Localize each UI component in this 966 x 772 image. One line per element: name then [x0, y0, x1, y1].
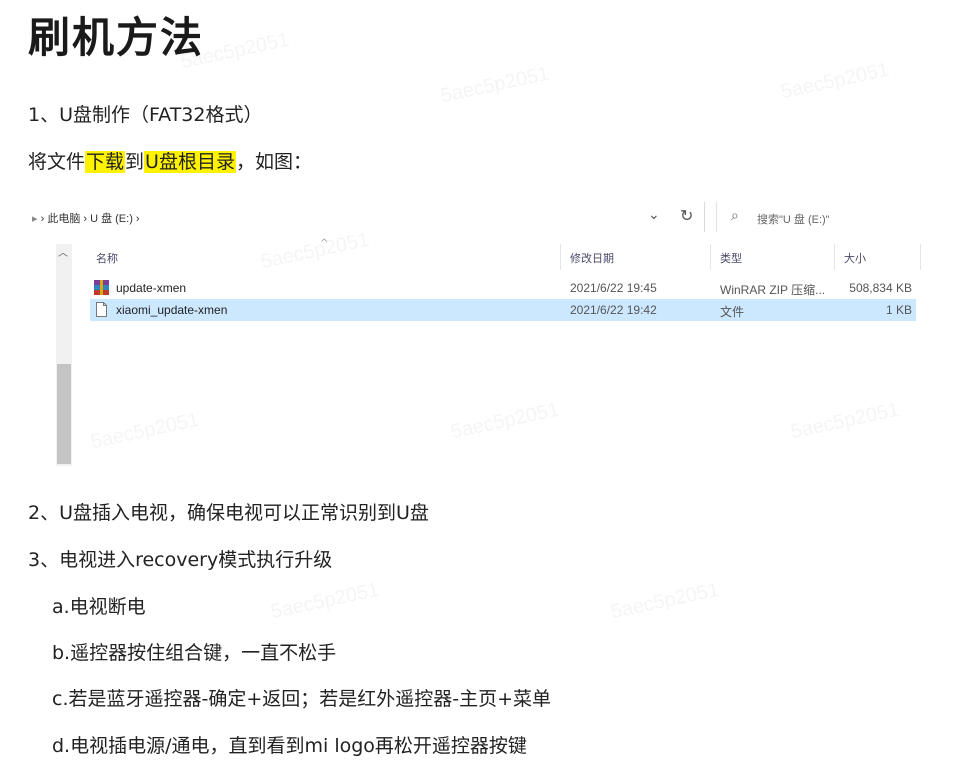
- column-header-size[interactable]: 大小: [844, 250, 866, 266]
- copy-suffix: ，如图：: [235, 151, 312, 173]
- file-row-selected[interactable]: xiaomi_update-xmen 2021/6/22 19:42 文件 1 …: [90, 299, 916, 321]
- file-row[interactable]: update-xmen 2021/6/22 19:45 WinRAR ZIP 压…: [90, 277, 916, 299]
- step-3-text: 3、电视进入recovery模式执行升级: [28, 549, 333, 571]
- page-title: 刷机方法: [28, 13, 205, 62]
- scrollbar-thumb[interactable]: [57, 364, 71, 464]
- file-type: 文件: [720, 305, 745, 319]
- blank-file-icon: [96, 302, 107, 317]
- watermark: 5aec5p2051: [779, 59, 891, 104]
- breadcrumb[interactable]: ▸ › 此电脑 › U 盘 (E:) ›: [32, 210, 140, 226]
- column-headers: ^ 名称 修改日期 类型 大小: [88, 238, 966, 270]
- watermark: 5aec5p2051: [269, 579, 381, 624]
- chevron-down-icon[interactable]: ⌄: [648, 207, 660, 223]
- step-3a-text: a.电视断电: [52, 596, 146, 618]
- file-size: 508,834 KB: [849, 281, 912, 295]
- scrollbar[interactable]: ︿: [56, 244, 72, 466]
- sort-ascending-icon: ^: [320, 238, 329, 249]
- search-icon: ⌕: [731, 208, 739, 224]
- refresh-icon[interactable]: ↻: [680, 206, 693, 225]
- watermark: 5aec5p2051: [439, 63, 551, 108]
- drive-icon: ▸: [32, 213, 38, 225]
- highlight-usb-root: U盘根目录: [144, 151, 236, 173]
- step-3c-text: c.若是蓝牙遥控器-确定+返回；若是红外遥控器-主页+菜单: [52, 688, 552, 710]
- file-explorer-window: ▸ › 此电脑 › U 盘 (E:) › ⌄ ↻ ⌕ 搜索"U 盘 (E:)" …: [28, 200, 966, 472]
- divider: [704, 202, 705, 232]
- copy-mid: 到: [125, 151, 145, 173]
- column-header-name[interactable]: 名称: [96, 250, 118, 266]
- address-bar[interactable]: ▸ › 此电脑 › U 盘 (E:) › ⌄ ↻: [28, 200, 728, 236]
- column-divider[interactable]: [834, 244, 835, 270]
- winrar-zip-icon: [94, 280, 109, 295]
- step-3b-text: b.遥控器按住组合键，一直不松手: [52, 642, 337, 664]
- copy-prefix: 将文件: [28, 151, 86, 173]
- column-header-type[interactable]: 类型: [720, 250, 742, 266]
- search-box[interactable]: ⌕ 搜索"U 盘 (E:)": [716, 202, 966, 232]
- file-type: WinRAR ZIP 压缩...: [720, 283, 826, 297]
- file-name: update-xmen: [116, 281, 187, 295]
- watermark: 5aec5p2051: [609, 579, 721, 624]
- column-header-date[interactable]: 修改日期: [570, 250, 614, 266]
- highlight-download: 下载: [85, 151, 126, 173]
- file-name: xiaomi_update-xmen: [116, 303, 228, 317]
- column-divider[interactable]: [710, 244, 711, 270]
- step-2-text: 2、U盘插入电视，确保电视可以正常识别到U盘: [28, 502, 429, 524]
- file-size: 1 KB: [885, 303, 912, 317]
- chevron-up-icon[interactable]: ︿: [58, 244, 68, 259]
- file-date: 2021/6/22 19:45: [570, 281, 657, 295]
- copy-instruction: 将文件下载到U盘根目录，如图：: [28, 147, 312, 174]
- step-3d-text: d.电视插电源/通电，直到看到mi logo再松开遥控器按键: [52, 735, 527, 757]
- step-1-text: 1、U盘制作（FAT32格式）: [28, 104, 263, 126]
- column-divider[interactable]: [560, 244, 561, 270]
- column-divider[interactable]: [920, 244, 921, 270]
- file-date: 2021/6/22 19:42: [570, 303, 657, 317]
- search-input[interactable]: 搜索"U 盘 (E:)": [757, 211, 830, 227]
